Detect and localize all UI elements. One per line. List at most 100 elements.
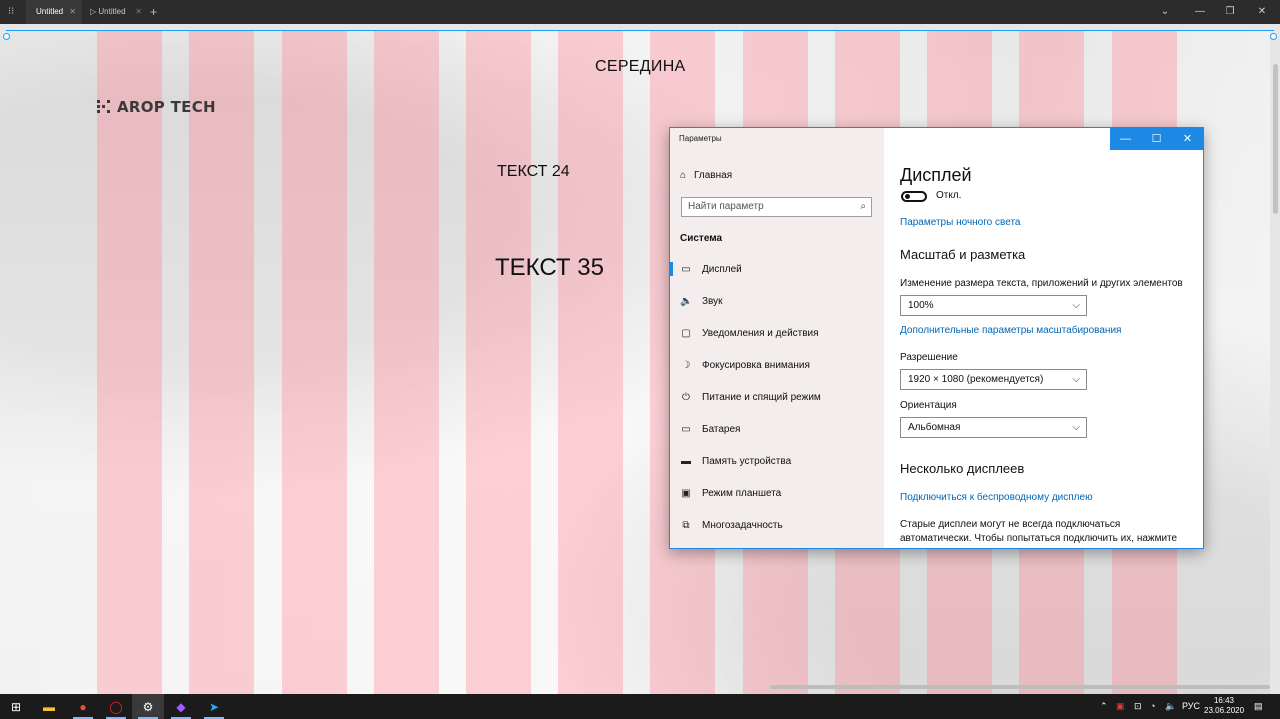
minimize-icon[interactable]: — (1185, 0, 1215, 24)
night-light-link[interactable]: Параметры ночного света (900, 217, 1020, 228)
nav-item-focus[interactable]: ☽ Фокусировка внимания (670, 355, 884, 375)
multi-display-heading: Несколько дисплеев (900, 461, 1025, 476)
nav-label: Батарея (702, 423, 741, 435)
maximize-icon[interactable]: ☐ (1141, 128, 1172, 150)
chrome-icon[interactable]: ● (67, 694, 99, 719)
layout-grid-column (282, 30, 347, 694)
layout-grid-column (374, 30, 439, 694)
windows-start-icon[interactable]: ⊞ (0, 694, 32, 719)
telegram-icon[interactable]: ➤ (198, 694, 230, 719)
settings-sidebar: Параметры ⌂ Главная Найти параметр ⌕ Сис… (670, 128, 884, 548)
wireless-display-link[interactable]: Подключиться к беспроводному дисплею (900, 492, 1093, 503)
monitor-icon: ▭ (681, 263, 691, 275)
night-light-toggle[interactable] (901, 191, 927, 202)
nav-label: Многозадачность (702, 519, 783, 531)
orientation-select[interactable]: Альбомная ⌵ (900, 417, 1087, 438)
nav-label: Питание и спящий режим (702, 391, 821, 403)
taskbar: ⊞ ▬ ● ◯ ⚙ ◆ ➤ ⌃ ▣ ⊡ ◔ 🔈 РУС 16:43 23.06.… (0, 694, 1280, 719)
nav-item-notifications[interactable]: ▢ Уведомления и действия (670, 323, 884, 343)
page-title: Дисплей (900, 165, 972, 185)
close-icon[interactable]: ✕ (1172, 128, 1203, 150)
layout-grid-column (189, 30, 254, 694)
scale-heading: Масштаб и разметка (900, 247, 1026, 262)
text-35[interactable]: ТЕКСТ 35 (495, 254, 604, 282)
nav-item-tablet[interactable]: ▣ Режим планшета (670, 483, 884, 503)
chevron-down-icon[interactable]: ⌄ (1150, 0, 1180, 24)
resolution-label: Разрешение (900, 352, 958, 363)
language-indicator[interactable]: РУС (1182, 694, 1200, 719)
restore-icon[interactable]: ❐ (1215, 0, 1245, 24)
settings-content: Дисплей Откл. Параметры ночного света Ма… (884, 150, 1203, 548)
tab-label: Untitled (36, 7, 64, 16)
scale-label: Изменение размера текста, приложений и д… (900, 278, 1183, 289)
tab-untitled-active[interactable]: Untitled ✕ (26, 0, 82, 24)
power-icon: ⏻ (682, 391, 690, 403)
volume-icon[interactable]: 🔈 (1165, 694, 1176, 719)
notifications-icon[interactable]: ▤ (1254, 694, 1263, 719)
app-top-bar: ⁝⁝ Untitled ✕ ▷ Untitled ✕ + ⌄ — ❐ ✕ (0, 0, 1280, 24)
nav-item-display[interactable]: ▭ Дисплей (670, 259, 884, 279)
tab-untitled-prototype[interactable]: ▷ Untitled ✕ (86, 0, 146, 24)
resize-handle[interactable] (3, 33, 10, 40)
home-label: Главная (694, 170, 733, 181)
home-link[interactable]: ⌂ Главная (680, 170, 732, 181)
date: 23.06.2020 (1204, 706, 1245, 715)
figma-icon[interactable]: ◆ (165, 694, 197, 719)
horizontal-scrollbar[interactable] (770, 685, 1270, 689)
chevron-down-icon: ⌵ (1072, 422, 1080, 433)
layout-grid-column (466, 30, 531, 694)
nav-item-multitasking[interactable]: ⧉ Многозадачность (670, 515, 884, 535)
scale-select[interactable]: 100% ⌵ (900, 295, 1087, 316)
scale-value: 100% (908, 300, 934, 311)
notification-icon: ▢ (681, 327, 691, 339)
storage-icon: ▬ (681, 455, 691, 467)
toggle-state: Откл. (936, 190, 962, 201)
close-tab-icon[interactable]: ✕ (69, 0, 76, 24)
new-tab-icon[interactable]: + (150, 0, 157, 24)
network-alert-icon[interactable]: ▣ (1116, 694, 1125, 719)
clock[interactable]: 16:43 23.06.2020 (1204, 696, 1244, 716)
tablet-icon: ▣ (681, 487, 691, 499)
nav-item-battery[interactable]: ▭ Батарея (670, 419, 884, 439)
search-input[interactable]: Найти параметр ⌕ (681, 197, 872, 217)
settings-window[interactable]: Параметры ⌂ Главная Найти параметр ⌕ Сис… (669, 127, 1204, 549)
speaker-icon: 🔈 (680, 295, 693, 307)
nav-item-power[interactable]: ⏻ Питание и спящий режим (670, 387, 884, 407)
settings-icon[interactable]: ⚙ (132, 694, 164, 719)
resolution-select[interactable]: 1920 × 1080 (рекомендуется) ⌵ (900, 369, 1087, 390)
nav-item-storage[interactable]: ▬ Память устройства (670, 451, 884, 471)
nav-label: Уведомления и действия (702, 327, 819, 339)
layout-grid-column (558, 30, 623, 694)
nav-label: Память устройства (702, 455, 792, 467)
text-24[interactable]: ТЕКСТ 24 (497, 163, 570, 181)
opera-icon[interactable]: ◯ (100, 694, 132, 719)
nav-label: Дисплей (702, 263, 742, 275)
brand-logo[interactable]: AROP TECH (97, 98, 216, 116)
search-icon: ⌕ (860, 201, 866, 212)
tab-label: Untitled (98, 7, 126, 16)
nav-item-sound[interactable]: 🔈 Звук (670, 291, 884, 311)
resize-handle[interactable] (1270, 33, 1277, 40)
chevron-down-icon: ⌵ (1072, 374, 1080, 385)
selection-outline (6, 30, 1274, 31)
text-center[interactable]: СЕРЕДИНА (595, 58, 686, 76)
multitask-icon: ⧉ (682, 519, 690, 531)
wifi-icon[interactable]: ◔ (1150, 694, 1155, 719)
chevron-down-icon: ⌵ (1072, 300, 1080, 311)
resolution-value: 1920 × 1080 (рекомендуется) (908, 374, 1044, 385)
tray-app-icon[interactable]: ⊡ (1134, 694, 1142, 719)
tray-chevron-icon[interactable]: ⌃ (1100, 694, 1108, 719)
advanced-scaling-link[interactable]: Дополнительные параметры масштабирования (900, 325, 1121, 336)
close-tab-icon[interactable]: ✕ (135, 0, 142, 24)
figma-menu-icon[interactable]: ⁝⁝ (8, 6, 18, 18)
orientation-value: Альбомная (908, 422, 961, 433)
vertical-scrollbar[interactable] (1273, 64, 1278, 214)
section-label: Система (680, 233, 723, 244)
file-explorer-icon[interactable]: ▬ (33, 694, 65, 719)
close-icon[interactable]: ✕ (1247, 0, 1277, 24)
logo-mark-icon (97, 100, 111, 114)
info-paragraph: Старые дисплеи могут не всегда подключат… (900, 519, 1178, 544)
moon-icon: ☽ (681, 359, 691, 371)
nav-label: Звук (702, 295, 723, 307)
minimize-icon[interactable]: — (1110, 128, 1141, 150)
